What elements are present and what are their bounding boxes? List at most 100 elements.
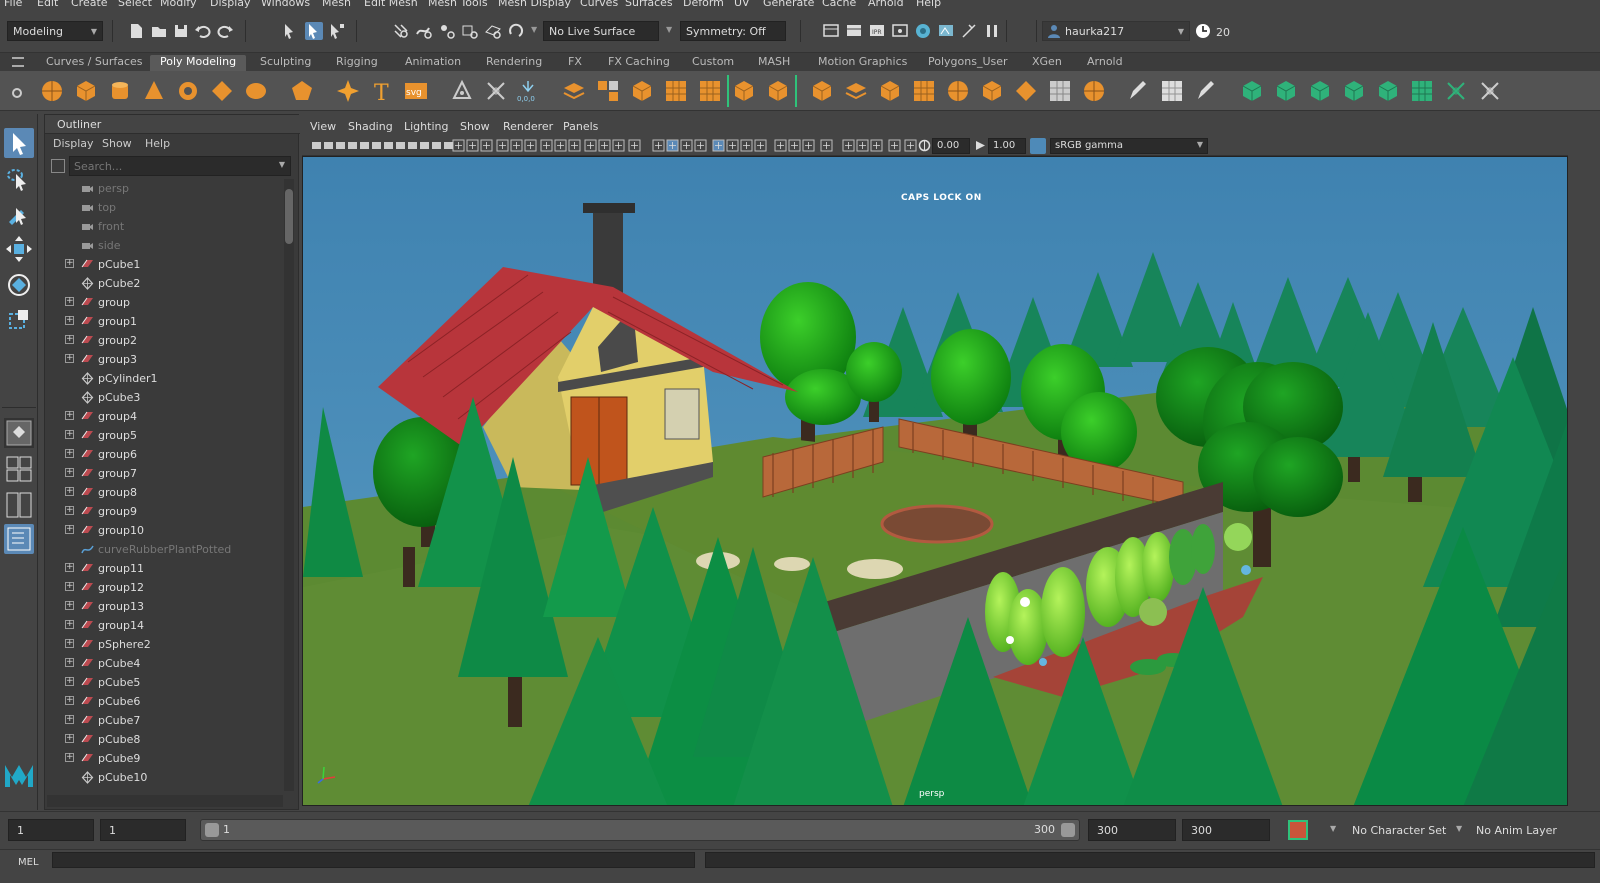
expand-toggle-icon[interactable]: + bbox=[65, 297, 74, 306]
expand-toggle-icon[interactable]: + bbox=[65, 468, 74, 477]
range-start-field[interactable]: 1 bbox=[100, 819, 186, 841]
menu-arnold[interactable]: Arnold bbox=[868, 0, 904, 9]
expand-toggle-icon[interactable]: + bbox=[65, 506, 74, 515]
edit-edge-flow-icon[interactable] bbox=[1126, 79, 1150, 103]
arnold-render-icon[interactable] bbox=[937, 22, 955, 40]
camera-attributes-icon[interactable] bbox=[466, 139, 479, 152]
gear-icon[interactable] bbox=[10, 86, 24, 100]
outliner-row[interactable]: + pCube1 bbox=[45, 255, 285, 274]
expand-toggle-icon[interactable]: + bbox=[65, 525, 74, 534]
backface-culling-icon[interactable] bbox=[888, 139, 901, 152]
open-scene-icon[interactable] bbox=[150, 22, 168, 40]
hypershade-icon[interactable] bbox=[914, 22, 932, 40]
character-set-dropdown[interactable]: No Character Set bbox=[1352, 824, 1446, 837]
shelf-tab-mash[interactable]: MASH bbox=[748, 55, 800, 72]
outliner-row[interactable]: + group8 bbox=[45, 483, 285, 502]
outliner-row[interactable]: + group14 bbox=[45, 616, 285, 635]
plane-icon[interactable] bbox=[210, 79, 234, 103]
start-time-field[interactable]: 1 bbox=[8, 819, 94, 841]
select-tool[interactable] bbox=[4, 128, 34, 158]
center-pivot-icon[interactable] bbox=[450, 79, 474, 103]
rotate-tool[interactable] bbox=[4, 270, 34, 300]
safe-action-icon[interactable] bbox=[612, 139, 625, 152]
snap-curve-icon[interactable] bbox=[415, 22, 433, 40]
outliner-row[interactable]: + group1 bbox=[45, 312, 285, 331]
menu-mesh-display[interactable]: Mesh Display bbox=[498, 0, 571, 9]
ambient-occlusion-icon[interactable] bbox=[754, 139, 767, 152]
outliner-tab[interactable]: Outliner bbox=[45, 115, 300, 134]
menu-cache[interactable]: Cache bbox=[822, 0, 856, 9]
outliner-row[interactable]: curveRubberPlantPotted bbox=[45, 540, 285, 559]
collapse-icon[interactable] bbox=[1014, 79, 1038, 103]
use-all-lights-icon[interactable] bbox=[726, 139, 739, 152]
shadows-icon[interactable] bbox=[740, 139, 753, 152]
expand-toggle-icon[interactable]: + bbox=[65, 449, 74, 458]
menu-modify[interactable]: Modify bbox=[160, 0, 196, 9]
merge-icon[interactable] bbox=[980, 79, 1004, 103]
outliner-row[interactable]: pCylinder1 bbox=[45, 369, 285, 388]
expand-toggle-icon[interactable]: + bbox=[65, 696, 74, 705]
wireframe-icon[interactable] bbox=[652, 139, 665, 152]
menu-edit[interactable]: Edit bbox=[37, 0, 58, 9]
outliner-row[interactable]: + group11 bbox=[45, 559, 285, 578]
outliner-row[interactable]: front bbox=[45, 217, 285, 236]
filter-icon[interactable] bbox=[51, 159, 65, 173]
pause-icon[interactable] bbox=[983, 22, 1001, 40]
shelf-menu-icon[interactable] bbox=[12, 57, 24, 67]
chevron-down-icon[interactable]: ▼ bbox=[1330, 824, 1336, 833]
depth-of-field-icon[interactable] bbox=[802, 139, 815, 152]
smooth-shade-icon[interactable] bbox=[666, 139, 679, 152]
range-start-handle[interactable] bbox=[205, 823, 219, 837]
separate-icon[interactable] bbox=[596, 79, 620, 103]
outliner-row[interactable]: + group5 bbox=[45, 426, 285, 445]
expand-toggle-icon[interactable]: + bbox=[65, 620, 74, 629]
coords-icon[interactable]: 0,0,0 bbox=[516, 79, 540, 103]
safe-title-icon[interactable] bbox=[628, 139, 641, 152]
undo-icon[interactable] bbox=[194, 22, 212, 40]
shelf-tab-xgen[interactable]: XGen bbox=[1022, 55, 1072, 72]
viewport-menu-show[interactable]: Show bbox=[460, 120, 490, 133]
bookmarks-icon[interactable] bbox=[480, 139, 493, 152]
outliner-row[interactable]: + pCube7 bbox=[45, 711, 285, 730]
sphere-icon[interactable] bbox=[40, 79, 64, 103]
viewport-menu-renderer[interactable]: Renderer bbox=[503, 120, 553, 133]
gate-mask-icon[interactable] bbox=[584, 139, 597, 152]
uv-sew-icon[interactable] bbox=[1478, 79, 1502, 103]
uv-unfold-icon[interactable] bbox=[1376, 79, 1400, 103]
chevron-down-icon[interactable]: ▼ bbox=[1456, 824, 1462, 833]
four-view-layout[interactable] bbox=[4, 454, 34, 484]
viewport-menu-view[interactable]: View bbox=[310, 120, 336, 133]
2d-pan-zoom-icon[interactable] bbox=[510, 139, 523, 152]
outliner-row[interactable]: pCube2 bbox=[45, 274, 285, 293]
menu-uv[interactable]: UV bbox=[734, 0, 750, 9]
expand-toggle-icon[interactable]: + bbox=[65, 715, 74, 724]
anim-layer-dropdown[interactable]: No Anim Layer bbox=[1476, 824, 1557, 837]
search-input[interactable] bbox=[74, 159, 274, 173]
soften-edge-icon[interactable] bbox=[1274, 79, 1298, 103]
menuset-dropdown[interactable]: Modeling ▼ bbox=[7, 21, 103, 41]
target-weld-icon[interactable] bbox=[946, 79, 970, 103]
redo-icon[interactable] bbox=[216, 22, 234, 40]
clock-icon[interactable] bbox=[1194, 22, 1212, 40]
multi-cut-icon[interactable] bbox=[912, 79, 936, 103]
single-perspective-layout[interactable] bbox=[4, 418, 34, 448]
resolution-gate-icon[interactable] bbox=[568, 139, 581, 152]
menu-display[interactable]: Display bbox=[210, 0, 251, 9]
cylinder-icon[interactable] bbox=[108, 79, 132, 103]
outliner-scrollbar[interactable] bbox=[284, 179, 294, 791]
expand-toggle-icon[interactable]: + bbox=[65, 753, 74, 762]
account-dropdown[interactable]: haurka217 ▼ bbox=[1042, 21, 1190, 41]
menu-create[interactable]: Create bbox=[71, 0, 108, 9]
shelf-tab-fx-caching[interactable]: FX Caching bbox=[598, 55, 680, 72]
film-gate-icon[interactable] bbox=[554, 139, 567, 152]
outliner-row[interactable]: pCube10 bbox=[45, 768, 285, 787]
outliner-row[interactable]: + group3 bbox=[45, 350, 285, 369]
command-mode-label[interactable]: MEL bbox=[18, 857, 39, 868]
uv-layout-icon[interactable] bbox=[1160, 79, 1184, 103]
torus-icon[interactable] bbox=[176, 79, 200, 103]
outliner-row[interactable]: + group9 bbox=[45, 502, 285, 521]
render-view-icon[interactable] bbox=[891, 22, 909, 40]
quad-draw-icon[interactable] bbox=[1048, 79, 1072, 103]
new-scene-icon[interactable] bbox=[127, 22, 145, 40]
shelf-tab-curves-surfaces[interactable]: Curves / Surfaces bbox=[36, 55, 153, 72]
